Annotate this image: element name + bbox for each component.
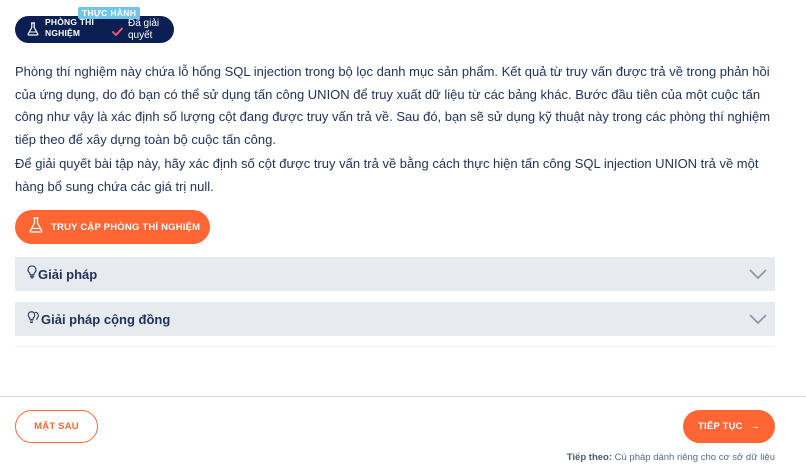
chevron-down-icon <box>749 267 767 285</box>
solved-status: Đã giải quyết <box>128 18 160 41</box>
flask-icon <box>27 22 39 41</box>
back-button[interactable]: MẶT SAU <box>15 410 98 443</box>
check-icon <box>112 24 123 42</box>
content-divider <box>15 346 775 347</box>
continue-button[interactable]: TIẾP TỤC → <box>683 410 775 443</box>
next-hint-text: Cú pháp dành riêng cho cơ sở dữ liệu <box>612 452 775 463</box>
lightbulb-icon <box>27 264 37 284</box>
footer-divider <box>0 396 806 397</box>
flask-icon <box>29 216 43 238</box>
access-lab-label: TRUY CẬP PHÒNG THÍ NGHIỆM <box>51 221 201 233</box>
lab-status-badge: PHÒNG THÍ NGHIỆM THỰC HÀNH Đã giải quyết <box>15 7 174 43</box>
accordion-title: Giải pháp <box>38 266 98 282</box>
access-lab-button[interactable]: TRUY CẬP PHÒNG THÍ NGHIỆM <box>15 210 210 244</box>
next-hint-prefix: Tiếp theo: <box>566 452 612 463</box>
accordion-title: Giải pháp cộng đồng <box>41 311 171 327</box>
next-topic-hint[interactable]: Tiếp theo: Cú pháp dành riêng cho cơ sở … <box>567 452 775 463</box>
community-solutions-accordion[interactable]: Giải pháp cộng đồng <box>15 302 775 336</box>
arrow-right-icon: → <box>749 421 760 432</box>
chevron-down-icon <box>749 312 767 330</box>
continue-label: TIẾP TỤC <box>698 421 743 432</box>
solution-accordion[interactable]: Giải pháp <box>15 257 775 291</box>
description-paragraph: Để giải quyết bài tập này, hãy xác định … <box>15 156 759 194</box>
description-paragraph: Phòng thí nghiệm này chứa lỗ hổng SQL in… <box>15 64 771 147</box>
lightbulbs-icon <box>27 310 40 329</box>
lab-label: PHÒNG THÍ NGHIỆM <box>45 17 95 38</box>
lab-description: Phòng thí nghiệm này chứa lỗ hổng SQL in… <box>15 61 780 200</box>
